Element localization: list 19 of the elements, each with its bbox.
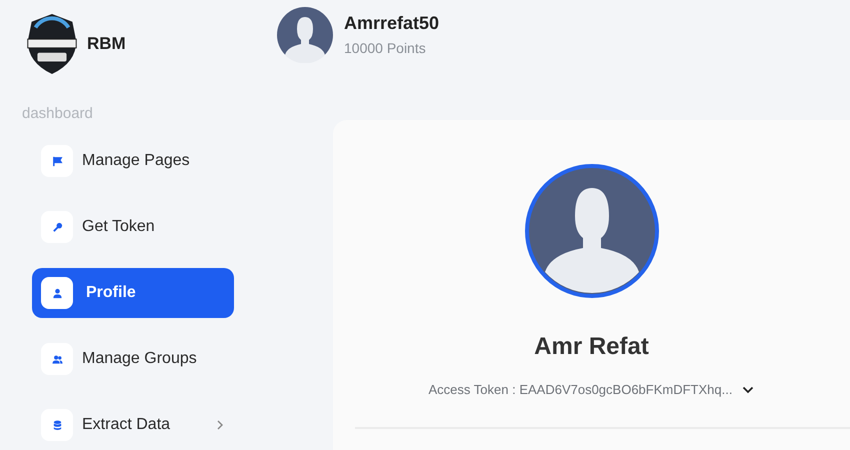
access-token: Access Token : EAAD6V7os0gcBO6bFKmDFTXhq...	[428, 382, 732, 397]
avatar	[277, 7, 333, 63]
chevron-down-icon[interactable]	[742, 386, 754, 394]
user-name: Amrrefat50	[344, 13, 440, 34]
sidebar-item[interactable]: Profile	[32, 268, 234, 318]
users-icon	[52, 354, 62, 364]
section-label: dashboard	[22, 105, 94, 122]
sidebar-item[interactable]: Manage Groups	[32, 334, 234, 384]
brand-name: RBM	[87, 34, 126, 54]
user-points: 10000 Points	[344, 40, 427, 56]
flag-icon	[52, 156, 62, 166]
logo-icon	[25, 12, 79, 76]
profile-name: Amr Refat	[534, 333, 649, 361]
database-icon	[52, 420, 62, 430]
sidebar-item[interactable]: Manage Pages	[32, 136, 234, 186]
user-icon	[52, 288, 62, 298]
sidebar-item[interactable]: Get Token	[32, 202, 234, 252]
sidebar-item[interactable]: Extract Data	[32, 400, 234, 450]
key-icon	[52, 222, 62, 232]
